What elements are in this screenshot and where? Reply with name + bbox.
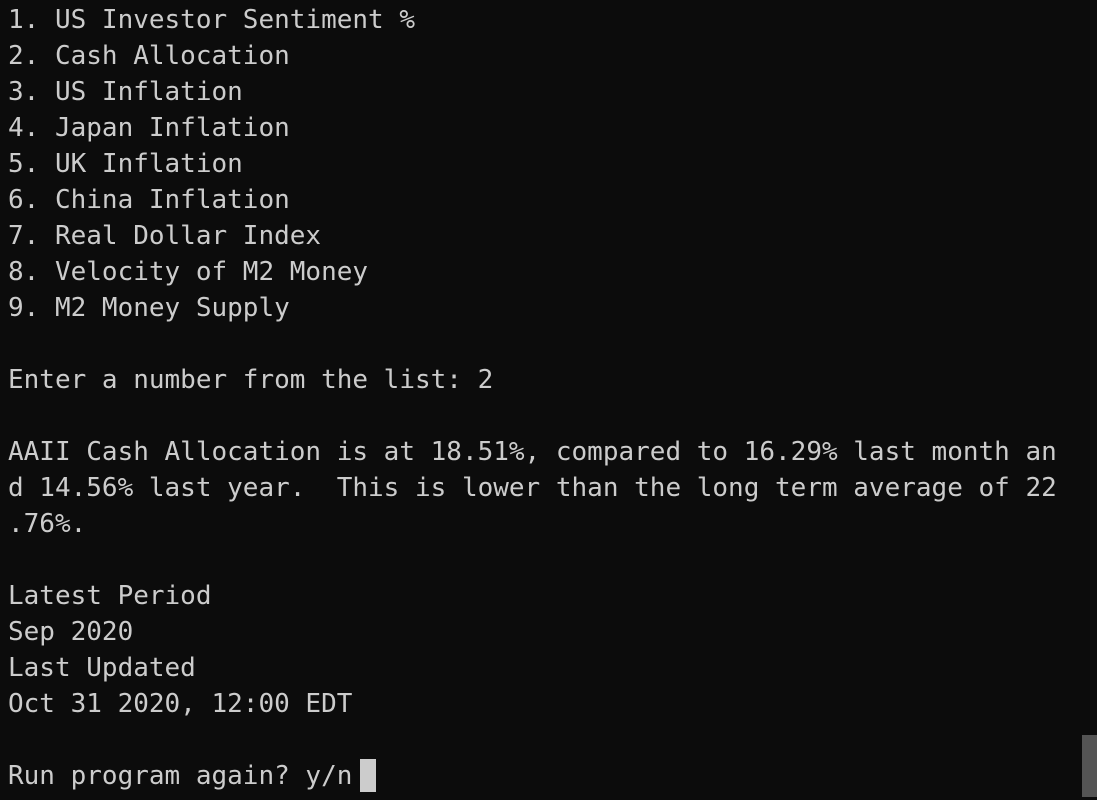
menu-item-1: 1. US Investor Sentiment % [8,5,415,35]
last-updated-value: Oct 31 2020, 12:00 EDT [8,689,353,719]
run-again-line[interactable]: Run program again? y/n [8,758,1097,794]
terminal-window[interactable]: 1. US Investor Sentiment % 2. Cash Alloc… [0,0,1097,800]
enter-number-prompt: Enter a number from the list: 2 [8,365,494,395]
result-line-2: d 14.56% last year. This is lower than t… [8,473,1057,503]
result-line-1: AAII Cash Allocation is at 18.51%, compa… [8,437,1057,467]
latest-period-label: Latest Period [8,581,212,611]
menu-item-4: 4. Japan Inflation [8,113,290,143]
result-line-3: .76%. [8,509,87,539]
latest-period-value: Sep 2020 [8,617,134,647]
menu-item-3: 3. US Inflation [8,77,243,107]
run-again-prompt: Run program again? y/n [8,761,353,791]
menu-item-6: 6. China Inflation [8,185,290,215]
text-cursor[interactable] [360,759,377,792]
menu-item-5: 5. UK Inflation [8,149,243,179]
menu-item-7: 7. Real Dollar Index [8,221,322,251]
scrollbar-thumb[interactable] [1082,735,1097,797]
menu-item-2: 2. Cash Allocation [8,41,290,71]
last-updated-label: Last Updated [8,653,196,683]
menu-item-9: 9. M2 Money Supply [8,293,290,323]
menu-item-8: 8. Velocity of M2 Money [8,257,369,287]
